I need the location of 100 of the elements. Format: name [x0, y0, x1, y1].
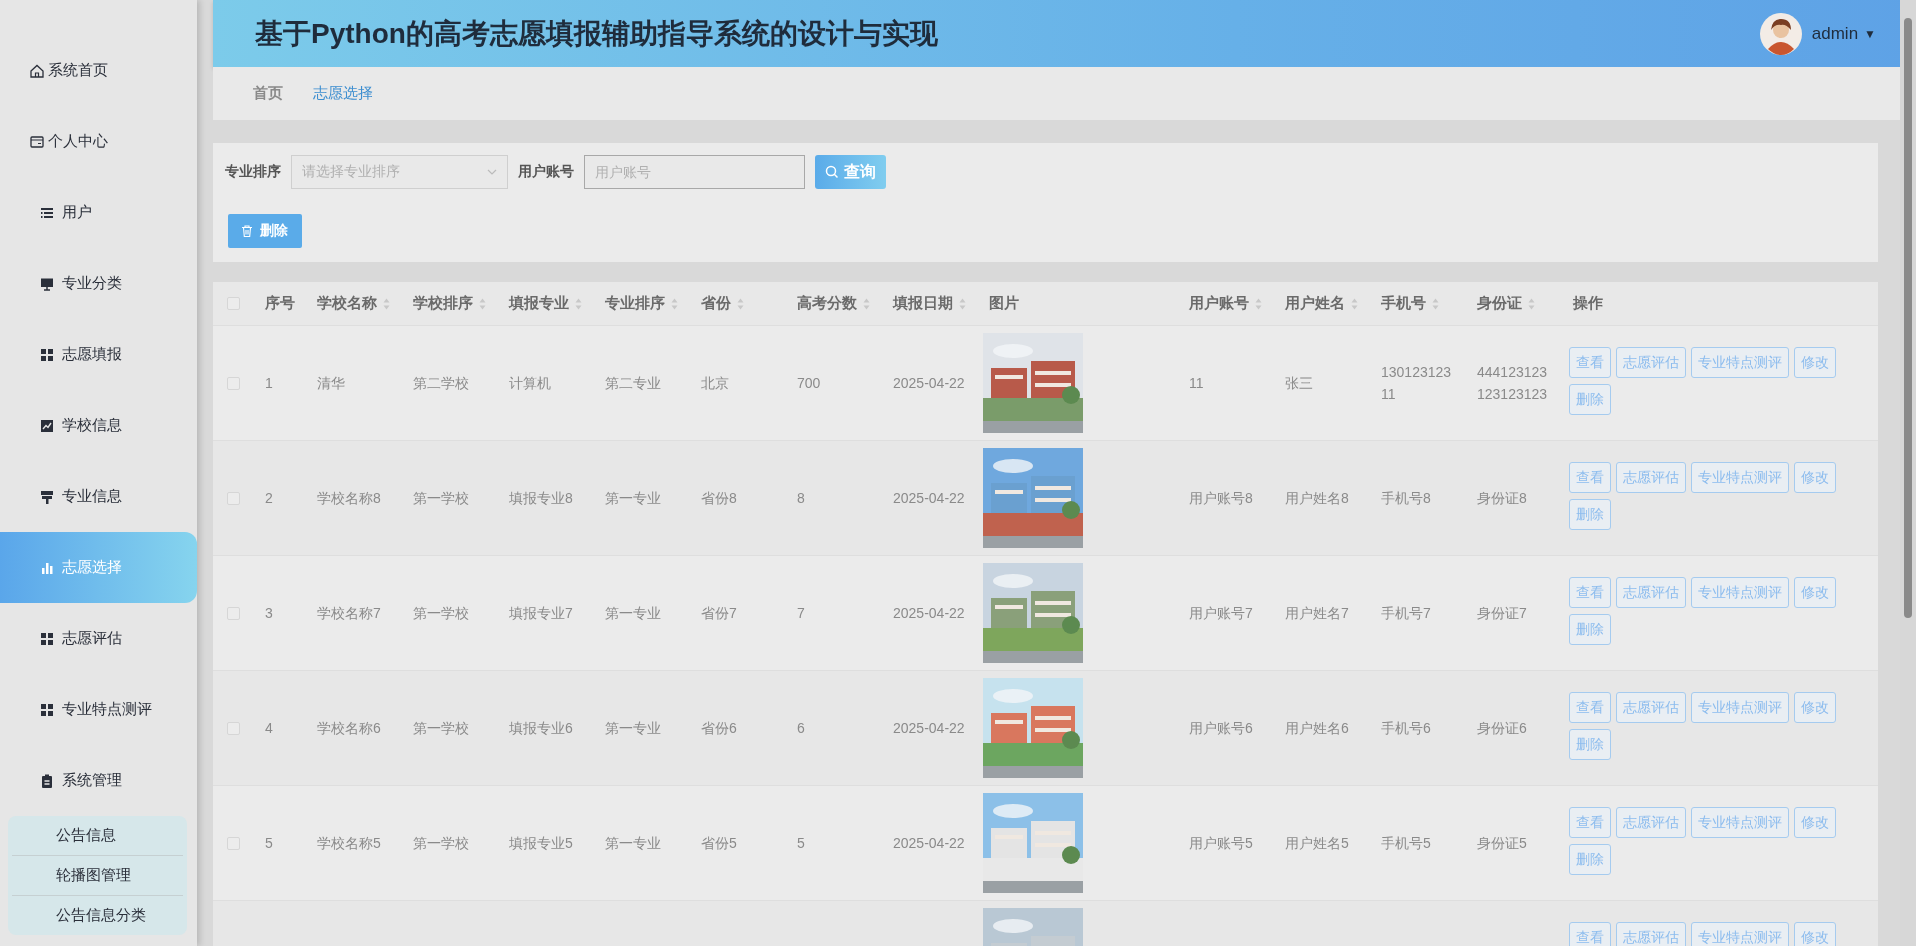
table-cell-text: 填报专业5 [509, 834, 573, 853]
sidebar-item[interactable]: 专业信息 [0, 461, 197, 532]
column-header[interactable]: 图片 [989, 294, 1019, 313]
table-cell-text: 700 [797, 374, 821, 393]
wallet-icon [30, 134, 44, 149]
clipboard-icon [40, 773, 54, 788]
action-button[interactable]: 查看 [1569, 807, 1611, 838]
table-cell-text: 用户账号8 [1189, 489, 1253, 508]
sidebar-item[interactable]: 专业分类 [0, 248, 197, 319]
table-cell-text: 用户姓名8 [1285, 489, 1349, 508]
action-button[interactable]: 查看 [1569, 922, 1611, 946]
table-cell-text: 2025-04-22 [893, 719, 965, 738]
action-button[interactable]: 删除 [1569, 499, 1611, 530]
search-button[interactable]: 查询 [815, 155, 886, 189]
sidebar-item[interactable]: 个人中心 [0, 106, 197, 177]
avatar [1759, 12, 1802, 55]
column-header[interactable]: 高考分数 [797, 294, 857, 313]
action-button[interactable]: 删除 [1569, 384, 1611, 415]
table-cell-text: 手机号8 [1381, 489, 1431, 508]
submenu-item[interactable]: 公告信息 [12, 816, 183, 856]
action-button[interactable]: 删除 [1569, 614, 1611, 645]
sidebar-item[interactable]: 系统管理 [0, 745, 197, 816]
search-icon [825, 165, 839, 179]
table-cell-text: 4 [265, 719, 273, 738]
column-header[interactable]: 填报专业 [509, 294, 569, 313]
action-button[interactable]: 修改 [1794, 692, 1836, 723]
action-button[interactable]: 专业特点测评 [1691, 922, 1789, 946]
table-cell-text: 用户姓名7 [1285, 604, 1349, 623]
action-button[interactable]: 专业特点测评 [1691, 692, 1789, 723]
action-button[interactable]: 查看 [1569, 692, 1611, 723]
column-header[interactable]: 填报日期 [893, 294, 953, 313]
submenu-item[interactable]: 轮播图管理 [12, 856, 183, 896]
sidebar-item[interactable]: 系统首页 [0, 35, 197, 106]
sidebar-item[interactable]: 志愿选择 [0, 532, 197, 603]
submenu-item[interactable]: 公告信息分类 [12, 896, 183, 935]
line-chart-icon [40, 418, 54, 433]
table-cell-text: 2025-04-22 [893, 374, 965, 393]
action-button[interactable]: 查看 [1569, 347, 1611, 378]
table-cell-text: 6 [797, 719, 805, 738]
column-header[interactable]: 学校排序 [413, 294, 473, 313]
table-cell-text: 用户账号7 [1189, 604, 1253, 623]
table-cell-text: 5 [265, 834, 273, 853]
column-header[interactable]: 专业排序 [605, 294, 665, 313]
action-button[interactable]: 志愿评估 [1616, 462, 1686, 493]
table-cell-text: 身份证5 [1477, 834, 1527, 853]
action-button[interactable]: 专业特点测评 [1691, 462, 1789, 493]
action-button[interactable]: 修改 [1794, 807, 1836, 838]
action-button[interactable]: 志愿评估 [1616, 347, 1686, 378]
action-button[interactable]: 志愿评估 [1616, 692, 1686, 723]
action-button[interactable]: 删除 [1569, 729, 1611, 760]
table-cell-text: 身份证7 [1477, 604, 1527, 623]
column-header[interactable]: 手机号 [1381, 294, 1426, 313]
trash-icon [240, 224, 254, 238]
sidebar-item[interactable]: 专业特点测评 [0, 674, 197, 745]
user-name[interactable]: admin [1811, 23, 1859, 44]
table-cell-text: 用户姓名5 [1285, 834, 1349, 853]
table-cell-text: 省份7 [701, 604, 737, 623]
table-cell-text: 2025-04-22 [893, 604, 965, 623]
column-header[interactable]: 省份 [701, 294, 731, 313]
table-cell-text: 1 [265, 374, 273, 393]
action-button[interactable]: 专业特点测评 [1691, 347, 1789, 378]
table-cell-text: 学校名称5 [317, 834, 381, 853]
column-header[interactable]: 身份证 [1477, 294, 1522, 313]
action-button[interactable]: 志愿评估 [1616, 922, 1686, 946]
column-header[interactable]: 用户姓名 [1285, 294, 1345, 313]
action-button[interactable]: 删除 [1569, 844, 1611, 875]
sidebar-item[interactable]: 用户 [0, 177, 197, 248]
sidebar-item[interactable]: 志愿填报 [0, 319, 197, 390]
column-header[interactable]: 用户账号 [1189, 294, 1249, 313]
table-cell-text: 身份证8 [1477, 489, 1527, 508]
table-cell-text: 5 [797, 834, 805, 853]
action-button[interactable]: 查看 [1569, 462, 1611, 493]
sidebar-item[interactable]: 学校信息 [0, 390, 197, 461]
grid-icon [40, 702, 54, 717]
column-header[interactable]: 序号 [265, 294, 295, 313]
sidebar-item[interactable]: 志愿评估 [0, 603, 197, 674]
column-header[interactable]: 学校名称 [317, 294, 377, 313]
sort-icon [959, 297, 966, 310]
action-button[interactable]: 专业特点测评 [1691, 807, 1789, 838]
action-button[interactable]: 修改 [1794, 922, 1836, 946]
action-button[interactable]: 专业特点测评 [1691, 577, 1789, 608]
action-button[interactable]: 志愿评估 [1616, 577, 1686, 608]
dropdown-caret[interactable]: ▼ [1864, 26, 1876, 41]
action-button[interactable]: 查看 [1569, 577, 1611, 608]
action-button[interactable]: 修改 [1794, 462, 1836, 493]
table-cell-text: 填报专业6 [509, 719, 573, 738]
column-header[interactable]: 操作 [1573, 294, 1603, 313]
breadcrumb-link[interactable]: 首页 [253, 84, 283, 103]
home-icon [30, 63, 44, 78]
table-cell-text: 用户账号6 [1189, 719, 1253, 738]
breadcrumb-link[interactable]: 志愿选择 [313, 84, 373, 103]
action-button[interactable]: 修改 [1794, 577, 1836, 608]
action-button[interactable]: 志愿评估 [1616, 807, 1686, 838]
delete-button[interactable]: 删除 [228, 214, 302, 248]
table-cell-text: 第一学校 [413, 834, 469, 853]
sort-icon [383, 297, 390, 310]
action-button[interactable]: 修改 [1794, 347, 1836, 378]
table-cell-text: 省份5 [701, 834, 737, 853]
table-cell-text: 学校名称6 [317, 719, 381, 738]
sort-icon [863, 297, 870, 310]
